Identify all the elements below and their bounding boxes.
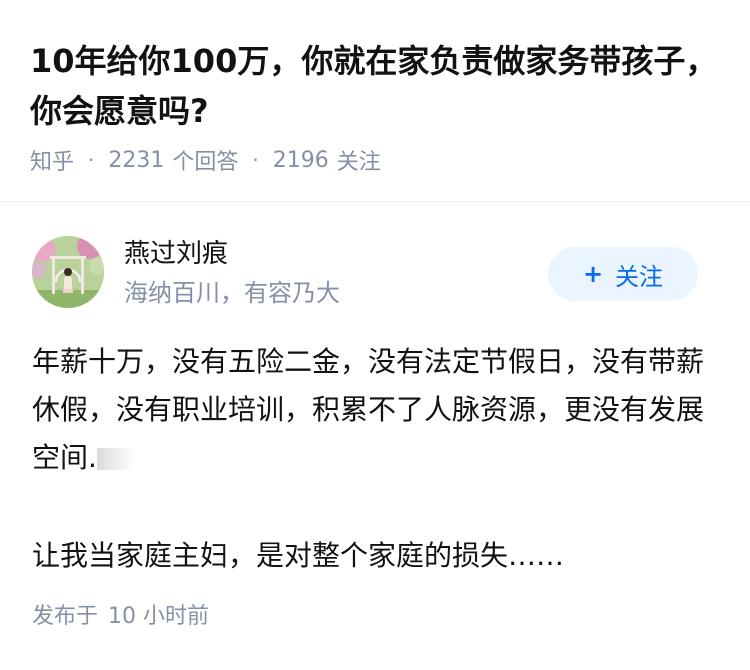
publish-prefix: 发布于 (32, 604, 99, 629)
publish-time: 发布于 10 小时前 (32, 600, 209, 634)
follower-count[interactable]: 2196 (273, 148, 329, 173)
source-label[interactable]: 知乎 (30, 144, 74, 176)
question-title[interactable]: 10年给你100万，你就在家负责做家务带孩子，你会愿意吗? (30, 36, 720, 136)
meta-separator: · (88, 148, 95, 172)
answer-content: 年薪十万，没有五险二金，没有法定节假日，没有带薪休假，没有职业培训，积累不了人脉… (32, 338, 722, 580)
follow-button-label: 关注 (615, 262, 664, 291)
publish-time-value: 10 小时前 (108, 604, 210, 629)
follow-button[interactable]: + 关注 (548, 247, 698, 301)
author-headline: 海纳百川，有容乃大 (124, 279, 340, 307)
text-fade-mark (96, 448, 135, 470)
avatar[interactable] (32, 236, 104, 308)
answer-page: 10年给你100万，你就在家负责做家务带孩子，你会愿意吗? 知乎 · 2231 … (0, 0, 750, 670)
author-name[interactable]: 燕过刘痕 (124, 236, 228, 272)
meta-separator: · (252, 148, 259, 172)
answer-count[interactable]: 2231 (108, 148, 164, 173)
answer-paragraph: 年薪十万，没有五险二金，没有法定节假日，没有带薪休假，没有职业培训，积累不了人脉… (32, 338, 722, 482)
plus-icon: + (582, 260, 604, 288)
avatar-photo-icon (32, 236, 104, 308)
follower-count-label[interactable]: 关注 (337, 144, 381, 176)
answer-paragraph: 让我当家庭主妇，是对整个家庭的损失…… (32, 539, 565, 572)
question-meta: 知乎 · 2231 个回答 · 2196 关注 (30, 142, 381, 178)
header-divider (0, 201, 750, 202)
answer-count-label[interactable]: 个回答 (172, 144, 238, 176)
